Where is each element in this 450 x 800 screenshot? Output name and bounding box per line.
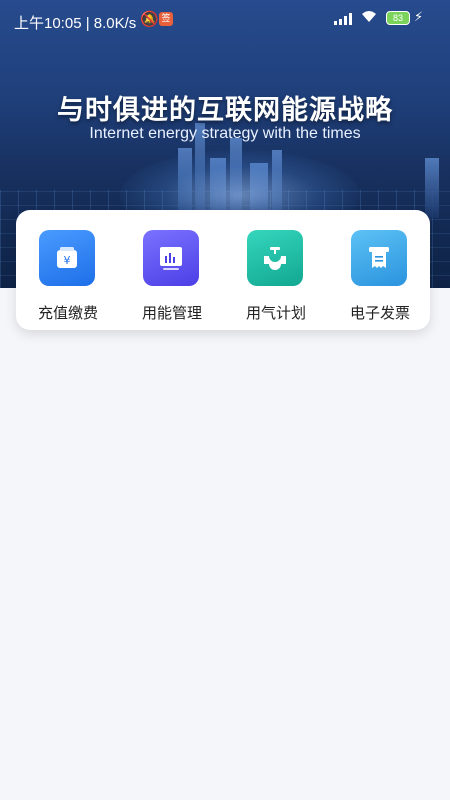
signal-icon xyxy=(334,13,352,25)
menu-item-recharge[interactable]: ¥ 充值缴费 xyxy=(16,210,120,330)
charging-icon: ⚡ xyxy=(414,10,424,25)
menu-item-energy[interactable]: 用能管理 xyxy=(120,210,224,330)
status-bar: 上午10:05 | 8.0K/s 🔕 签 83 ⚡ xyxy=(0,0,450,40)
bell-muted-icon: 🔕 xyxy=(140,10,159,28)
menu-label-invoice: 电子发票 xyxy=(349,304,410,322)
menu-label-energy: 用能管理 xyxy=(141,304,202,322)
invoice-icon xyxy=(351,230,407,286)
app-notification-icon: 签 xyxy=(159,12,173,26)
gas-valve-icon xyxy=(247,230,303,286)
svg-text:¥: ¥ xyxy=(64,254,71,267)
status-time: 上午10:05 | 8.0K/s xyxy=(14,15,137,32)
recharge-icon: ¥ xyxy=(39,230,95,286)
wifi-icon xyxy=(360,9,378,27)
banner-title: 与时俱进的互联网能源战略 xyxy=(57,95,393,125)
menu-label-gas-plan: 用气计划 xyxy=(245,304,306,322)
menu-label-recharge: 充值缴费 xyxy=(37,304,98,322)
service-menu-card: ¥ 充值缴费 用能管理 用气计划 电子发票 xyxy=(16,210,430,330)
energy-chart-icon xyxy=(143,230,199,286)
battery-icon: 83 xyxy=(386,11,410,25)
banner-subtitle: Internet energy strategy with the times xyxy=(89,125,361,142)
menu-item-invoice[interactable]: 电子发票 xyxy=(328,210,432,330)
menu-item-gas-plan[interactable]: 用气计划 xyxy=(224,210,328,330)
